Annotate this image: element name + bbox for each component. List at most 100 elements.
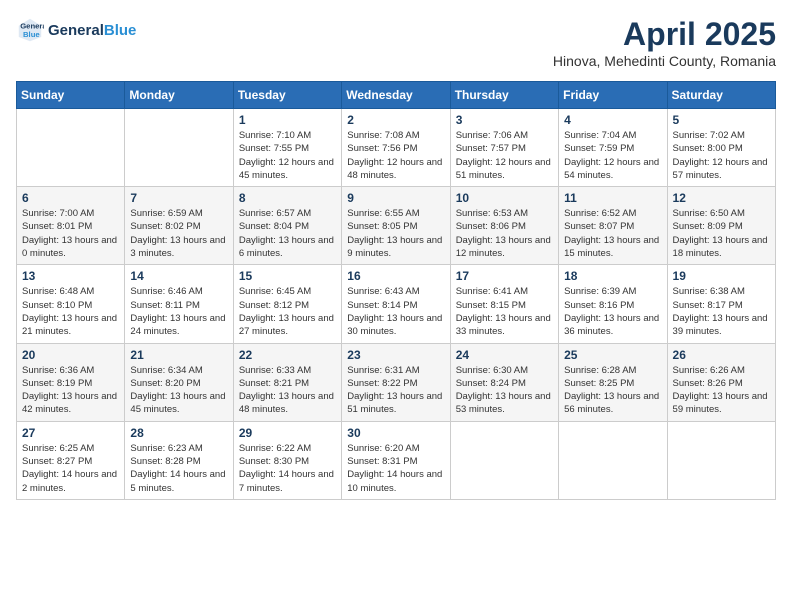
day-number: 1	[239, 113, 336, 127]
day-info: Sunrise: 6:23 AM Sunset: 8:28 PM Dayligh…	[130, 442, 227, 495]
weekday-header: Thursday	[450, 82, 558, 109]
day-number: 2	[347, 113, 444, 127]
day-info: Sunrise: 6:31 AM Sunset: 8:22 PM Dayligh…	[347, 364, 444, 417]
day-number: 10	[456, 191, 553, 205]
calendar-cell: 13 Sunrise: 6:48 AM Sunset: 8:10 PM Dayl…	[17, 265, 125, 343]
svg-text:General: General	[20, 22, 44, 31]
day-number: 13	[22, 269, 119, 283]
day-info: Sunrise: 6:48 AM Sunset: 8:10 PM Dayligh…	[22, 285, 119, 338]
day-info: Sunrise: 6:22 AM Sunset: 8:30 PM Dayligh…	[239, 442, 336, 495]
logo: General Blue GeneralBlue	[16, 16, 136, 44]
calendar-cell: 21 Sunrise: 6:34 AM Sunset: 8:20 PM Dayl…	[125, 343, 233, 421]
day-info: Sunrise: 6:46 AM Sunset: 8:11 PM Dayligh…	[130, 285, 227, 338]
day-info: Sunrise: 7:04 AM Sunset: 7:59 PM Dayligh…	[564, 129, 661, 182]
calendar-cell: 16 Sunrise: 6:43 AM Sunset: 8:14 PM Dayl…	[342, 265, 450, 343]
calendar-cell: 10 Sunrise: 6:53 AM Sunset: 8:06 PM Dayl…	[450, 187, 558, 265]
calendar: SundayMondayTuesdayWednesdayThursdayFrid…	[16, 81, 776, 500]
day-info: Sunrise: 6:41 AM Sunset: 8:15 PM Dayligh…	[456, 285, 553, 338]
calendar-cell: 9 Sunrise: 6:55 AM Sunset: 8:05 PM Dayli…	[342, 187, 450, 265]
day-number: 29	[239, 426, 336, 440]
calendar-cell: 28 Sunrise: 6:23 AM Sunset: 8:28 PM Dayl…	[125, 421, 233, 499]
calendar-cell	[17, 109, 125, 187]
calendar-week-row: 27 Sunrise: 6:25 AM Sunset: 8:27 PM Dayl…	[17, 421, 776, 499]
weekday-header: Monday	[125, 82, 233, 109]
calendar-header-row: SundayMondayTuesdayWednesdayThursdayFrid…	[17, 82, 776, 109]
day-info: Sunrise: 6:50 AM Sunset: 8:09 PM Dayligh…	[673, 207, 770, 260]
calendar-week-row: 13 Sunrise: 6:48 AM Sunset: 8:10 PM Dayl…	[17, 265, 776, 343]
calendar-cell: 23 Sunrise: 6:31 AM Sunset: 8:22 PM Dayl…	[342, 343, 450, 421]
calendar-cell: 27 Sunrise: 6:25 AM Sunset: 8:27 PM Dayl…	[17, 421, 125, 499]
day-info: Sunrise: 6:45 AM Sunset: 8:12 PM Dayligh…	[239, 285, 336, 338]
day-number: 14	[130, 269, 227, 283]
day-number: 27	[22, 426, 119, 440]
day-number: 16	[347, 269, 444, 283]
svg-text:Blue: Blue	[23, 30, 40, 39]
weekday-header: Wednesday	[342, 82, 450, 109]
calendar-cell: 6 Sunrise: 7:00 AM Sunset: 8:01 PM Dayli…	[17, 187, 125, 265]
day-info: Sunrise: 6:36 AM Sunset: 8:19 PM Dayligh…	[22, 364, 119, 417]
day-number: 15	[239, 269, 336, 283]
day-info: Sunrise: 6:25 AM Sunset: 8:27 PM Dayligh…	[22, 442, 119, 495]
calendar-cell	[450, 421, 558, 499]
title-block: April 2025 Hinova, Mehedinti County, Rom…	[553, 16, 776, 69]
day-info: Sunrise: 6:53 AM Sunset: 8:06 PM Dayligh…	[456, 207, 553, 260]
day-info: Sunrise: 6:39 AM Sunset: 8:16 PM Dayligh…	[564, 285, 661, 338]
day-number: 21	[130, 348, 227, 362]
day-info: Sunrise: 6:59 AM Sunset: 8:02 PM Dayligh…	[130, 207, 227, 260]
calendar-cell: 19 Sunrise: 6:38 AM Sunset: 8:17 PM Dayl…	[667, 265, 775, 343]
day-number: 30	[347, 426, 444, 440]
calendar-cell: 8 Sunrise: 6:57 AM Sunset: 8:04 PM Dayli…	[233, 187, 341, 265]
calendar-cell: 30 Sunrise: 6:20 AM Sunset: 8:31 PM Dayl…	[342, 421, 450, 499]
calendar-cell: 12 Sunrise: 6:50 AM Sunset: 8:09 PM Dayl…	[667, 187, 775, 265]
day-number: 18	[564, 269, 661, 283]
day-number: 17	[456, 269, 553, 283]
day-number: 11	[564, 191, 661, 205]
calendar-cell: 24 Sunrise: 6:30 AM Sunset: 8:24 PM Dayl…	[450, 343, 558, 421]
day-number: 8	[239, 191, 336, 205]
day-number: 9	[347, 191, 444, 205]
calendar-cell: 5 Sunrise: 7:02 AM Sunset: 8:00 PM Dayli…	[667, 109, 775, 187]
day-number: 7	[130, 191, 227, 205]
calendar-week-row: 6 Sunrise: 7:00 AM Sunset: 8:01 PM Dayli…	[17, 187, 776, 265]
day-number: 28	[130, 426, 227, 440]
day-info: Sunrise: 6:30 AM Sunset: 8:24 PM Dayligh…	[456, 364, 553, 417]
calendar-week-row: 20 Sunrise: 6:36 AM Sunset: 8:19 PM Dayl…	[17, 343, 776, 421]
day-info: Sunrise: 7:10 AM Sunset: 7:55 PM Dayligh…	[239, 129, 336, 182]
month-year: April 2025	[553, 16, 776, 53]
calendar-cell: 20 Sunrise: 6:36 AM Sunset: 8:19 PM Dayl…	[17, 343, 125, 421]
logo-icon: General Blue	[16, 16, 44, 44]
calendar-cell: 7 Sunrise: 6:59 AM Sunset: 8:02 PM Dayli…	[125, 187, 233, 265]
location: Hinova, Mehedinti County, Romania	[553, 53, 776, 69]
day-info: Sunrise: 6:26 AM Sunset: 8:26 PM Dayligh…	[673, 364, 770, 417]
day-number: 4	[564, 113, 661, 127]
calendar-cell: 14 Sunrise: 6:46 AM Sunset: 8:11 PM Dayl…	[125, 265, 233, 343]
day-info: Sunrise: 7:00 AM Sunset: 8:01 PM Dayligh…	[22, 207, 119, 260]
day-info: Sunrise: 7:08 AM Sunset: 7:56 PM Dayligh…	[347, 129, 444, 182]
calendar-cell: 15 Sunrise: 6:45 AM Sunset: 8:12 PM Dayl…	[233, 265, 341, 343]
calendar-cell: 11 Sunrise: 6:52 AM Sunset: 8:07 PM Dayl…	[559, 187, 667, 265]
day-info: Sunrise: 6:34 AM Sunset: 8:20 PM Dayligh…	[130, 364, 227, 417]
calendar-cell: 17 Sunrise: 6:41 AM Sunset: 8:15 PM Dayl…	[450, 265, 558, 343]
weekday-header: Saturday	[667, 82, 775, 109]
day-info: Sunrise: 7:02 AM Sunset: 8:00 PM Dayligh…	[673, 129, 770, 182]
weekday-header: Sunday	[17, 82, 125, 109]
day-info: Sunrise: 6:33 AM Sunset: 8:21 PM Dayligh…	[239, 364, 336, 417]
day-number: 24	[456, 348, 553, 362]
day-info: Sunrise: 6:38 AM Sunset: 8:17 PM Dayligh…	[673, 285, 770, 338]
page-header: General Blue GeneralBlue April 2025 Hino…	[16, 16, 776, 69]
calendar-cell: 1 Sunrise: 7:10 AM Sunset: 7:55 PM Dayli…	[233, 109, 341, 187]
calendar-cell: 22 Sunrise: 6:33 AM Sunset: 8:21 PM Dayl…	[233, 343, 341, 421]
day-number: 25	[564, 348, 661, 362]
day-info: Sunrise: 6:43 AM Sunset: 8:14 PM Dayligh…	[347, 285, 444, 338]
calendar-week-row: 1 Sunrise: 7:10 AM Sunset: 7:55 PM Dayli…	[17, 109, 776, 187]
calendar-cell: 2 Sunrise: 7:08 AM Sunset: 7:56 PM Dayli…	[342, 109, 450, 187]
day-number: 3	[456, 113, 553, 127]
calendar-cell: 25 Sunrise: 6:28 AM Sunset: 8:25 PM Dayl…	[559, 343, 667, 421]
weekday-header: Tuesday	[233, 82, 341, 109]
day-info: Sunrise: 6:55 AM Sunset: 8:05 PM Dayligh…	[347, 207, 444, 260]
calendar-cell: 18 Sunrise: 6:39 AM Sunset: 8:16 PM Dayl…	[559, 265, 667, 343]
day-number: 23	[347, 348, 444, 362]
day-info: Sunrise: 7:06 AM Sunset: 7:57 PM Dayligh…	[456, 129, 553, 182]
day-number: 19	[673, 269, 770, 283]
day-info: Sunrise: 6:20 AM Sunset: 8:31 PM Dayligh…	[347, 442, 444, 495]
